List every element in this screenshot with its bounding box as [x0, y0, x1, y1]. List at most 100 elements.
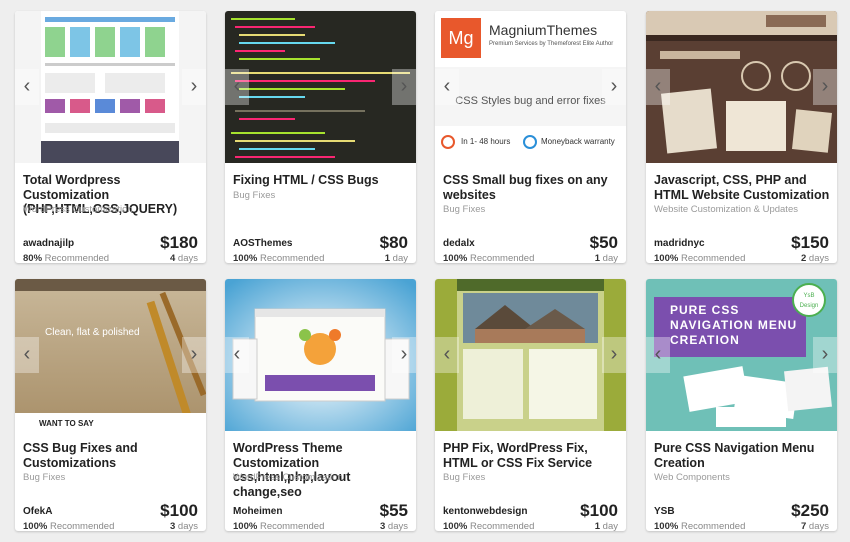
magnium-tagline: CSS Styles bug and error fixes: [455, 95, 606, 107]
gig-thumbnail[interactable]: PURE CSS NAVIGATION MENU CREATION YsB De…: [646, 279, 837, 431]
gig-category[interactable]: Bug Fixes: [443, 472, 485, 483]
gig-card[interactable]: ‹ › Javascript, CSS, PHP and HTML Websit…: [646, 11, 837, 263]
gig-card[interactable]: ‹ › PHP Fix, WordPress Fix, HTML or CSS …: [435, 279, 626, 531]
gig-title[interactable]: Pure CSS Navigation Menu Creation: [654, 441, 832, 470]
seller-name[interactable]: Moheimen: [233, 506, 282, 517]
gig-price: $55: [379, 501, 408, 520]
next-image-arrow[interactable]: ›: [602, 69, 626, 105]
gig-price: $100: [580, 501, 618, 520]
prev-image-arrow[interactable]: ‹: [435, 337, 459, 373]
recommended-rating: 80% Recommended: [23, 253, 109, 263]
recommended-label: Recommended: [469, 521, 535, 531]
seller-name[interactable]: dedalx: [443, 238, 475, 249]
recommended-rating: 100% Recommended: [443, 521, 534, 531]
thumbnail-image: [225, 279, 416, 431]
delivery-unit: day: [602, 521, 618, 531]
recommended-percent: 100%: [233, 253, 258, 263]
gig-card[interactable]: Mg MagniumThemes Premium Services by The…: [435, 11, 626, 263]
gig-thumbnail[interactable]: ‹ ›: [225, 279, 416, 431]
gig-thumbnail[interactable]: ‹ ›: [15, 11, 206, 163]
refresh-icon: [523, 135, 537, 149]
gig-category[interactable]: Web Components: [654, 472, 730, 483]
recommended-label: Recommended: [259, 521, 325, 531]
thumbnail-image: [435, 279, 626, 431]
prev-image-arrow[interactable]: ‹: [15, 337, 39, 373]
gig-thumbnail[interactable]: Clean, flat & polished WANT TO SAY ‹ ›: [15, 279, 206, 431]
delivery-days: 7: [800, 521, 807, 531]
prev-image-arrow[interactable]: ‹: [646, 69, 670, 105]
delivery-days: 3: [169, 521, 176, 531]
next-image-arrow[interactable]: ›: [813, 69, 837, 105]
gig-category[interactable]: Bug Fixes: [23, 472, 65, 483]
gig-thumbnail[interactable]: ‹ ›: [225, 11, 416, 163]
seller-name[interactable]: awadnajilp: [23, 238, 74, 249]
seller-name[interactable]: madridnyc: [654, 238, 705, 249]
gig-card[interactable]: PURE CSS NAVIGATION MENU CREATION YsB De…: [646, 279, 837, 531]
gig-thumbnail[interactable]: ‹ ›: [435, 279, 626, 431]
gig-title[interactable]: CSS Bug Fixes and Customizations: [23, 441, 201, 470]
prev-image-arrow[interactable]: ‹: [225, 337, 249, 373]
recommended-percent: 100%: [654, 521, 679, 531]
delivery-time: 1 day: [385, 253, 408, 263]
prev-image-arrow[interactable]: ‹: [15, 69, 39, 105]
prev-image-arrow[interactable]: ‹: [646, 337, 670, 373]
gig-title[interactable]: CSS Small bug fixes on any websites: [443, 173, 621, 202]
magnium-brand: MagniumThemes: [489, 22, 598, 38]
prev-image-arrow[interactable]: ‹: [435, 69, 459, 105]
delivery-time: 3 days: [380, 521, 408, 531]
delivery-days: 3: [379, 521, 386, 531]
gig-thumbnail[interactable]: ‹ ›: [646, 11, 837, 163]
seller-name[interactable]: kentonwebdesign: [443, 506, 527, 517]
recommended-rating: 100% Recommended: [233, 253, 324, 263]
recommended-label: Recommended: [680, 521, 746, 531]
delivery-days: 2: [800, 253, 807, 263]
gig-category[interactable]: Bug Fixes: [443, 204, 485, 215]
delivery-time: 1 day: [595, 253, 618, 263]
delivery-unit: days: [808, 253, 829, 263]
recommended-label: Recommended: [259, 253, 325, 263]
gig-card[interactable]: ‹ › Fixing HTML / CSS Bugs Bug Fixes AOS…: [225, 11, 416, 263]
gig-title[interactable]: Fixing HTML / CSS Bugs: [233, 173, 411, 188]
magnium-warranty: Moneyback warranty: [541, 137, 615, 146]
recommended-label: Recommended: [44, 253, 110, 263]
delivery-time: 4 days: [170, 253, 198, 263]
prev-image-arrow[interactable]: ‹: [225, 69, 249, 105]
recommended-percent: 100%: [23, 521, 48, 531]
recommended-percent: 100%: [654, 253, 679, 263]
gig-price: $50: [589, 233, 618, 252]
recommended-percent: 100%: [233, 521, 258, 531]
gig-thumbnail[interactable]: Mg MagniumThemes Premium Services by The…: [435, 11, 626, 163]
gig-title[interactable]: WordPress Theme Customization css,html,p…: [233, 441, 411, 499]
delivery-unit: day: [602, 253, 618, 263]
next-image-arrow[interactable]: ›: [602, 337, 626, 373]
delivery-days: 1: [384, 253, 391, 263]
gig-category[interactable]: Website Customization & Updates: [654, 204, 798, 215]
delivery-time: 7 days: [801, 521, 829, 531]
next-image-arrow[interactable]: ›: [813, 337, 837, 373]
thumbnail-image: [683, 366, 832, 427]
gig-title[interactable]: Javascript, CSS, PHP and HTML Website Cu…: [654, 173, 832, 202]
delivery-time: 1 day: [595, 521, 618, 531]
gig-category[interactable]: WordPress Customization: [23, 204, 133, 215]
seller-name[interactable]: YSB: [654, 506, 675, 517]
gig-price: $250: [791, 501, 829, 520]
next-image-arrow[interactable]: ›: [392, 69, 416, 105]
seller-name[interactable]: OfekA: [23, 506, 52, 517]
magnium-logo: Mg: [441, 18, 481, 58]
gig-card[interactable]: Clean, flat & polished WANT TO SAY ‹ › C…: [15, 279, 206, 531]
gig-title[interactable]: PHP Fix, WordPress Fix, HTML or CSS Fix …: [443, 441, 621, 470]
thumbnail-image: [225, 11, 416, 163]
delivery-unit: days: [808, 521, 829, 531]
next-image-arrow[interactable]: ›: [182, 69, 206, 105]
gig-card[interactable]: ‹ › WordPress Theme Customization css,ht…: [225, 279, 416, 531]
gig-category[interactable]: WordPress Customization: [233, 472, 343, 483]
recommended-rating: 100% Recommended: [443, 253, 534, 263]
next-image-arrow[interactable]: ›: [182, 337, 206, 373]
seller-name[interactable]: AOSThemes: [233, 238, 292, 249]
gig-category[interactable]: Bug Fixes: [233, 190, 275, 201]
thumbnail-image: [646, 11, 837, 163]
gig-card[interactable]: ‹ › Total Wordpress Customization (PHP,H…: [15, 11, 206, 263]
next-image-arrow[interactable]: ›: [392, 337, 416, 373]
recommended-label: Recommended: [469, 253, 535, 263]
delivery-unit: day: [392, 253, 408, 263]
